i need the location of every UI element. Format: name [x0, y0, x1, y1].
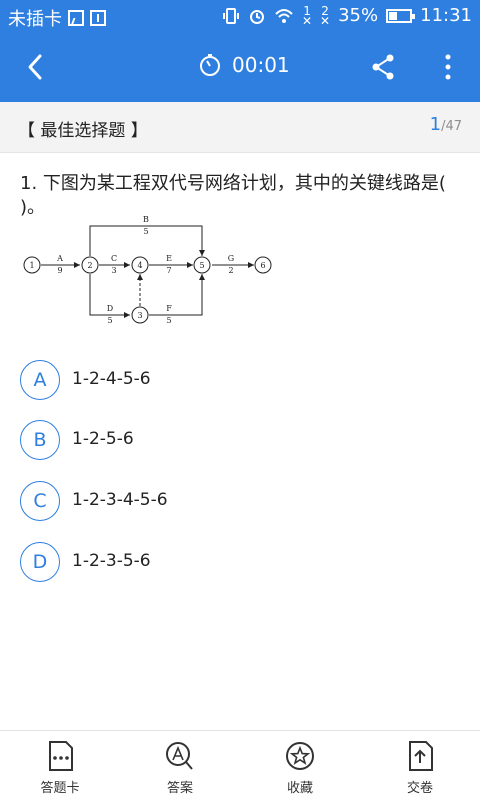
carrier-text: 未插卡 [8, 9, 62, 30]
option-c-text: 1-2-3-4-5-6 [72, 490, 168, 510]
bottom-toolbar: 答题卡 答案 收藏 交卷 [0, 730, 480, 801]
node-1: 1 [29, 261, 34, 270]
top-bar: 00:01 [0, 32, 480, 102]
current-question-number: 1 [429, 114, 442, 135]
edge-a-duration: 9 [57, 266, 62, 275]
download-notification-icon [90, 10, 106, 26]
favorite-label: 收藏 [286, 781, 313, 796]
edge-c-duration: 3 [111, 266, 116, 275]
signal-1-icon: 1 ✕ [301, 3, 313, 28]
status-left: 未插卡 [8, 5, 106, 31]
edge-g-duration: 2 [228, 266, 233, 275]
status-bar: 未插卡 1 ✕ 2 ✕ 35% 11:31 [0, 0, 480, 32]
submit-label: 交卷 [406, 781, 433, 796]
favorite-tab[interactable]: 收藏 [240, 731, 360, 801]
submit-icon [409, 741, 433, 771]
submit-tab[interactable]: 交卷 [360, 731, 480, 801]
node-3: 3 [137, 311, 142, 320]
timer: 00:01 [198, 53, 290, 77]
image-notification-icon [68, 10, 84, 26]
option-d[interactable]: D 1-2-3-5-6 [20, 542, 460, 584]
option-d-text: 1-2-3-5-6 [72, 551, 151, 571]
edge-f-line [149, 274, 203, 316]
back-button[interactable] [18, 50, 52, 84]
answer-card-label: 答题卡 [40, 781, 80, 796]
answer-tab[interactable]: 答案 [120, 731, 240, 801]
share-button[interactable] [366, 50, 400, 84]
edge-e-name: E [166, 254, 172, 263]
answer-card-tab[interactable]: 答题卡 [0, 731, 120, 801]
edge-c-name: C [111, 254, 117, 263]
edge-d-name: D [107, 304, 113, 313]
answer-card-icon [49, 741, 73, 771]
edge-d-duration: 5 [107, 316, 112, 325]
option-b[interactable]: B 1-2-5-6 [20, 420, 460, 462]
option-c-letter: C [20, 481, 60, 521]
network-diagram: 1 2 3 4 5 6 A 9 B 5 C 3 D 5 E 7 F 5 G 2 [23, 215, 272, 325]
signal-2-icon: 2 ✕ [320, 3, 331, 28]
vibrate-icon [222, 7, 239, 24]
edge-a-name: A [56, 254, 63, 263]
option-a-text: 1-2-4-5-6 [72, 369, 151, 389]
total-questions: /47 [441, 119, 462, 134]
node-6: 6 [260, 261, 265, 270]
battery-percent: 35% [338, 5, 379, 26]
star-icon [286, 742, 314, 770]
node-5: 5 [199, 261, 204, 270]
wifi-icon [275, 8, 293, 23]
edge-g-name: G [228, 254, 234, 263]
question-type-bar: 【 最佳选择题 】 1/47 [0, 102, 480, 153]
answer-label: 答案 [166, 781, 193, 796]
sim-2-label: 2 [321, 3, 329, 18]
battery-icon [386, 8, 416, 23]
clock: 11:31 [420, 5, 472, 26]
option-d-letter: D [20, 542, 60, 582]
option-a[interactable]: A 1-2-4-5-6 [20, 360, 460, 402]
edge-e-duration: 7 [166, 266, 171, 275]
option-b-text: 1-2-5-6 [72, 429, 134, 449]
timer-text: 00:01 [232, 53, 290, 77]
option-c[interactable]: C 1-2-3-4-5-6 [20, 481, 460, 523]
edge-f-duration: 5 [166, 316, 171, 325]
edge-b-name: B [143, 215, 149, 224]
more-menu-button[interactable] [436, 50, 460, 84]
question-counter: 1/47 [430, 114, 462, 135]
edge-f-name: F [166, 304, 172, 313]
option-b-letter: B [20, 420, 60, 460]
stopwatch-icon [200, 54, 220, 76]
option-a-letter: A [20, 360, 60, 400]
question-type-label: 【 最佳选择题 】 [18, 121, 148, 141]
answer-search-icon [166, 742, 193, 770]
node-2: 2 [87, 261, 92, 270]
edge-b-duration: 5 [143, 227, 148, 236]
node-4: 4 [137, 261, 142, 270]
sim-1-label: 1 [303, 3, 311, 18]
status-right: 1 ✕ 2 ✕ 35% 11:31 [222, 3, 472, 28]
alarm-icon [249, 9, 264, 24]
